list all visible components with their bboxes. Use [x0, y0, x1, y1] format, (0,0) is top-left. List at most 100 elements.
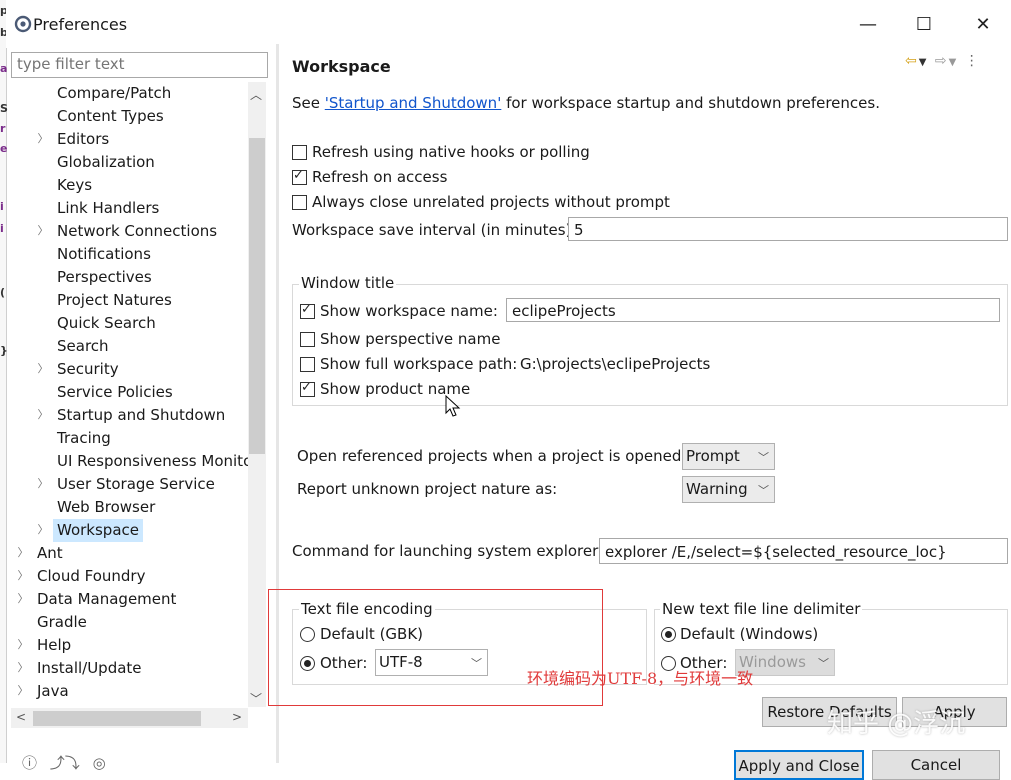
tree-item[interactable]: Notifications: [11, 243, 248, 266]
tree-item[interactable]: 〉 Data Management: [11, 588, 248, 611]
tree-item[interactable]: 〉 Security: [11, 358, 248, 381]
tree-item-label: Link Handlers: [57, 199, 160, 217]
import-export-icon[interactable]: ⤴⤵: [50, 754, 80, 772]
chevron-right-icon[interactable]: 〉: [17, 593, 29, 605]
startup-shutdown-link[interactable]: 'Startup and Shutdown': [325, 94, 502, 112]
report-unknown-value: Warning: [686, 480, 748, 498]
tree-item[interactable]: UI Responsiveness Monito: [11, 450, 248, 473]
see-prefix: See: [292, 94, 325, 112]
chevron-down-icon[interactable]: ▼: [949, 57, 959, 68]
tree-item-label: Startup and Shutdown: [57, 406, 226, 424]
tree-item-label: Search: [57, 337, 109, 355]
chevron-right-icon[interactable]: 〉: [37, 363, 49, 375]
view-menu-icon[interactable]: ⋮: [965, 53, 981, 69]
chevron-right-icon[interactable]: 〉: [17, 639, 29, 651]
show-product-name-checkbox[interactable]: [300, 380, 315, 397]
cancel-button[interactable]: Cancel: [872, 750, 1000, 780]
tree-item[interactable]: Keys: [11, 174, 248, 197]
full-workspace-path-value: G:\projects\eclipeProjects: [520, 355, 711, 373]
tree-item[interactable]: Web Browser: [11, 496, 248, 519]
chevron-right-icon[interactable]: 〉: [17, 547, 29, 559]
close-button[interactable]: ✕: [965, 10, 1001, 40]
scroll-right-icon[interactable]: >: [232, 710, 242, 724]
tree-vertical-scroll-thumb[interactable]: [249, 138, 265, 454]
scroll-left-icon[interactable]: <: [16, 710, 26, 724]
chevron-right-icon[interactable]: 〉: [17, 685, 29, 697]
tree-item-label: Java: [37, 682, 69, 700]
delimiter-default-label: Default (Windows): [680, 625, 819, 643]
tree-item-label: Perspectives: [57, 268, 152, 286]
chevron-right-icon[interactable]: 〉: [37, 133, 49, 145]
tree-item[interactable]: Service Policies: [11, 381, 248, 404]
tree-item[interactable]: Content Types: [11, 105, 248, 128]
filter-box[interactable]: [11, 52, 268, 78]
always-close-label: Always close unrelated projects without …: [312, 193, 670, 211]
workspace-name-input[interactable]: eclipeProjects: [506, 298, 1000, 322]
tree-item-label: Network Connections: [57, 222, 218, 240]
tree-item-label: Tracing: [57, 429, 111, 447]
chevron-right-icon[interactable]: 〉: [37, 225, 49, 237]
tree-item-label: Notifications: [57, 245, 151, 263]
tree-item[interactable]: Globalization: [11, 151, 248, 174]
show-full-path-checkbox[interactable]: [300, 357, 315, 372]
tree-item[interactable]: 〉 Startup and Shutdown: [11, 404, 248, 427]
refresh-access-label: Refresh on access: [312, 168, 448, 186]
show-workspace-name-checkbox[interactable]: [300, 302, 315, 319]
preferences-tree: Compare/Patch Content Types 〉 Editors Global…: [11, 82, 249, 707]
chevron-right-icon[interactable]: 〉: [37, 478, 49, 490]
tree-item-label: Keys: [57, 176, 93, 194]
tree-item[interactable]: Quick Search: [11, 312, 248, 335]
tree-item[interactable]: Search: [11, 335, 248, 358]
tree-item[interactable]: 〉 Help: [11, 634, 248, 657]
tree-item[interactable]: 〉 Network Connections: [11, 220, 248, 243]
tree-horizontal-scroll-thumb[interactable]: [33, 711, 201, 726]
help-icon[interactable]: ⓘ: [22, 754, 37, 772]
delimiter-default-radio[interactable]: [661, 627, 676, 642]
window-title-group-title: Window title: [299, 274, 397, 292]
link-icon[interactable]: ◎: [93, 754, 106, 772]
tree-item[interactable]: 〉 User Storage Service: [11, 473, 248, 496]
tree-item[interactable]: Compare/Patch: [11, 82, 248, 105]
tree-item[interactable]: Tracing: [11, 427, 248, 450]
tree-item[interactable]: 〉 Editors: [11, 128, 248, 151]
refresh-access-checkbox[interactable]: [292, 168, 307, 185]
tree-item[interactable]: 〉 Cloud Foundry: [11, 565, 248, 588]
chevron-right-icon[interactable]: 〉: [37, 409, 49, 421]
forward-arrow-icon[interactable]: ⇨: [935, 53, 949, 69]
tree-item[interactable]: Gradle: [11, 611, 248, 634]
tree-item-label: Project Natures: [57, 291, 172, 309]
scroll-up-icon[interactable]: ︿: [250, 86, 262, 103]
chevron-right-icon[interactable]: 〉: [37, 524, 49, 536]
scroll-down-icon[interactable]: ﹀: [250, 690, 262, 707]
report-unknown-select[interactable]: Warning ﹀: [682, 476, 775, 503]
tree-item-label: Content Types: [57, 107, 164, 125]
open-referenced-select[interactable]: Prompt ﹀: [682, 443, 775, 470]
mouse-cursor-icon: [445, 395, 461, 417]
tree-item[interactable]: 〉 Java: [11, 680, 248, 703]
tree-item-label: Service Policies: [57, 383, 173, 401]
tree-item[interactable]: Link Handlers: [11, 197, 248, 220]
apply-and-close-button[interactable]: Apply and Close: [734, 750, 864, 780]
minimize-button[interactable]: —: [850, 10, 886, 40]
refresh-native-checkbox[interactable]: [292, 145, 307, 160]
tree-item[interactable]: Perspectives: [11, 266, 248, 289]
always-close-checkbox[interactable]: [292, 195, 307, 210]
tree-item[interactable]: 〉 Ant: [11, 542, 248, 565]
chevron-right-icon[interactable]: 〉: [17, 662, 29, 674]
filter-input[interactable]: [12, 53, 262, 75]
save-interval-input[interactable]: 5: [568, 217, 1008, 241]
chevron-down-icon: ﹀: [818, 657, 829, 670]
chevron-down-icon[interactable]: ▼: [919, 57, 929, 68]
maximize-button[interactable]: ☐: [906, 10, 942, 40]
tree-item-label: Ant: [37, 544, 63, 562]
chevron-right-icon[interactable]: 〉: [17, 570, 29, 582]
explorer-cmd-input[interactable]: explorer /E,/select=${selected_resource_…: [599, 538, 1008, 564]
tree-item-label: UI Responsiveness Monito: [57, 452, 248, 470]
tree-item[interactable]: 〉 Workspace: [11, 519, 248, 542]
tree-item[interactable]: Project Natures: [11, 289, 248, 312]
tree-item[interactable]: 〉 Install/Update: [11, 657, 248, 680]
open-referenced-label: Open referenced projects when a project …: [297, 447, 687, 465]
show-perspective-name-checkbox[interactable]: [300, 332, 315, 347]
back-arrow-icon[interactable]: ⇦: [905, 53, 919, 69]
tree-item-label: Cloud Foundry: [37, 567, 146, 585]
